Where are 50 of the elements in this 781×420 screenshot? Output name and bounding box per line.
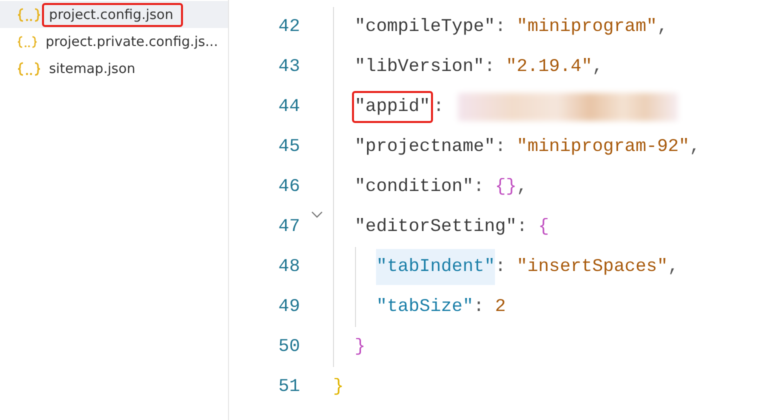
punctuation: :	[495, 137, 507, 157]
json-key: "projectname"	[354, 137, 496, 157]
punctuation: :	[484, 57, 496, 77]
punctuation: ,	[689, 137, 700, 157]
punctuation: :	[516, 217, 528, 237]
json-key: "condition"	[354, 177, 474, 197]
json-string: "2.19.4"	[506, 57, 592, 77]
punctuation: :	[495, 257, 507, 277]
punctuation: ,	[668, 257, 679, 277]
line-number: 50	[277, 337, 300, 357]
line-number: 47	[277, 217, 300, 237]
file-name: project.private.config.js...	[44, 32, 219, 52]
file-item[interactable]: project.private.config.js...	[0, 28, 228, 55]
line-number: 49	[277, 297, 300, 317]
json-string: "miniprogram"	[516, 17, 658, 37]
line-number: 45	[277, 137, 300, 157]
json-key: "editorSetting"	[354, 217, 517, 237]
line-number: 51	[277, 377, 300, 397]
brace: }	[354, 337, 366, 357]
punctuation: :	[473, 177, 486, 197]
punctuation: ,	[516, 177, 528, 197]
line-number: 42	[277, 17, 300, 37]
brace: }	[333, 377, 344, 397]
file-name: sitemap.json	[48, 60, 136, 78]
file-item[interactable]: project.config.json	[0, 1, 228, 28]
json-key: "tabSize"	[376, 297, 474, 317]
json-file-icon	[17, 8, 41, 22]
json-key: "appid"	[352, 91, 434, 123]
punctuation: :	[433, 97, 444, 117]
json-key: "tabIndent"	[376, 249, 496, 285]
brace: {	[538, 217, 550, 237]
json-number: 2	[495, 297, 506, 317]
line-number: 44	[277, 97, 300, 117]
json-key: "libVersion"	[354, 57, 484, 77]
punctuation: ,	[592, 57, 604, 77]
json-key: "compileType"	[354, 17, 496, 37]
json-file-icon	[17, 62, 41, 76]
file-name: project.config.json	[42, 2, 184, 26]
line-number: 48	[277, 257, 300, 277]
punctuation: ,	[657, 17, 668, 37]
json-string: "insertSpaces"	[516, 257, 668, 277]
json-file-icon	[17, 34, 38, 48]
file-item[interactable]: sitemap.json	[0, 55, 228, 82]
line-number: 46	[277, 177, 300, 197]
punctuation: :	[495, 17, 507, 37]
chevron-down-icon[interactable]	[310, 211, 322, 219]
json-string: "miniprogram-92"	[516, 137, 690, 157]
brace: {}	[495, 177, 517, 197]
line-number: 43	[277, 57, 300, 77]
punctuation: :	[473, 297, 486, 317]
